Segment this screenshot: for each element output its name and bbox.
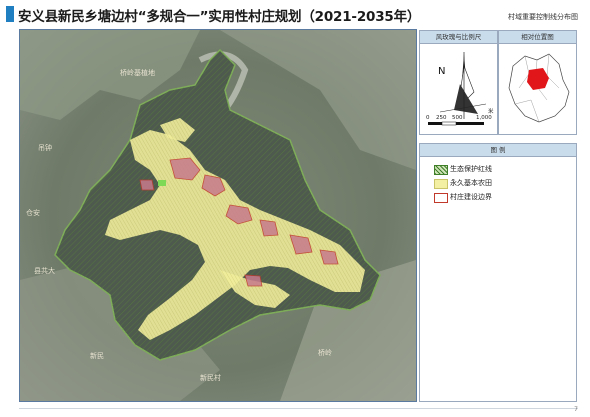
- legend-label-ecological: 生态保护红线: [450, 165, 492, 173]
- scale-tick-250: 250: [436, 115, 447, 121]
- legend-swatch-farmland: [434, 179, 448, 189]
- scale-tick-1000: 1,000: [476, 115, 492, 121]
- place-label-5: 新民: [90, 351, 104, 360]
- page-number: 7: [574, 406, 578, 413]
- scale-panel: 风玫瑰与比例尺 N 0 250 500 1,000 米: [419, 30, 498, 135]
- bottom-rule: [19, 408, 578, 409]
- map-canvas: 桥岭基植地 吊钟 仓安 县共大 新民 新民村 桥岭: [20, 30, 416, 401]
- green-marker: [158, 180, 166, 186]
- location-panel-title: 相对位置图: [499, 31, 576, 44]
- place-label-3: 仓安: [26, 208, 40, 217]
- legend-swatch-ecological: [434, 165, 448, 175]
- aerial-map[interactable]: 桥岭基植地 吊钟 仓安 县共大 新民 新民村 桥岭: [19, 29, 417, 402]
- legend-label-farmland: 永久基本农田: [450, 179, 492, 187]
- place-label-7: 桥岭: [318, 348, 332, 357]
- legend-title: 图 例: [420, 144, 576, 157]
- legend-label-village-boundary: 村庄建设边界: [450, 193, 492, 201]
- scale-unit: 米: [488, 109, 494, 115]
- location-panel: 相对位置图: [498, 30, 577, 135]
- scale-tick-0: 0: [426, 115, 430, 121]
- location-minimap: [508, 53, 570, 123]
- legend-panel: 图 例 生态保护红线 永久基本农田 村庄建设边界: [419, 143, 577, 402]
- scale-panel-title: 风玫瑰与比例尺: [420, 31, 497, 44]
- page-title: 安义县新民乡塘边村“多规合一”实用性村庄规划（2021-2035年）: [18, 9, 421, 25]
- map-subtitle: 村域重要控制线分布图: [508, 13, 578, 21]
- wind-rose-north-arrow: N: [428, 52, 487, 126]
- scale-tick-500: 500: [452, 115, 463, 121]
- place-label-6: 新民村: [200, 373, 221, 382]
- title-accent-bar: [6, 6, 14, 22]
- place-label-1: 桥岭基植地: [120, 68, 155, 77]
- place-label-4: 县共大: [34, 266, 55, 275]
- place-label-2: 吊钟: [38, 143, 52, 152]
- north-label: N: [438, 66, 445, 77]
- legend-swatch-village-boundary: [434, 193, 448, 203]
